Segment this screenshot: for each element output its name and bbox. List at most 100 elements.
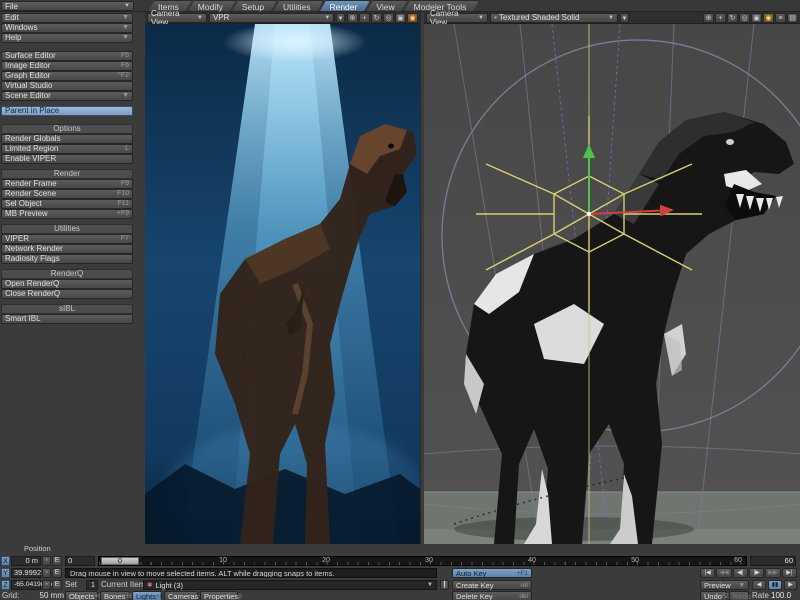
right-viewport-options-button[interactable]: ▼ xyxy=(620,13,629,23)
close-renderq-button[interactable]: Close RenderQ xyxy=(1,289,133,299)
rotate-icon[interactable]: ↻ xyxy=(371,13,382,23)
sibl-section-header: sIBL xyxy=(1,304,133,314)
frame-slider-handle[interactable]: 0 xyxy=(101,557,139,565)
undo-button[interactable]: Undo^Z xyxy=(700,591,727,600)
renderq-section-header: RenderQ xyxy=(1,269,133,279)
z-cycle-icon[interactable]: ◦ xyxy=(42,580,51,590)
left-viewport-options-button[interactable]: ▼ xyxy=(336,13,345,23)
tab-modify[interactable]: Modify xyxy=(188,0,236,12)
utilities-section-header: Utilities xyxy=(1,224,133,234)
preview-prev-button[interactable]: ◀ xyxy=(752,580,766,590)
go-to-start-button[interactable]: |◀ xyxy=(700,568,715,578)
scene-editor-button[interactable]: Scene Editor▼ xyxy=(1,91,133,101)
limited-region-button[interactable]: Limited RegionL xyxy=(1,144,133,154)
minor-ticks xyxy=(99,562,746,565)
surface-editor-button[interactable]: Surface EditorF5 xyxy=(1,51,133,61)
z-position-field[interactable]: -65.0419mm xyxy=(11,580,41,590)
end-frame-field[interactable]: 60 xyxy=(750,556,796,566)
timeline-ruler[interactable]: 0 10 20 30 40 50 60 0 xyxy=(98,556,747,566)
grid-size-value: 50 mm xyxy=(40,591,64,600)
preview-play-button[interactable]: ▶ xyxy=(784,580,797,590)
zoom-icon[interactable]: ◎ xyxy=(739,13,750,23)
opengl-shaded-viewport[interactable] xyxy=(424,24,800,553)
y-position-field[interactable]: 39.9992 mm xyxy=(11,568,41,578)
render-frame-button[interactable]: Render FrameF9 xyxy=(1,179,133,189)
preview-pause-button[interactable]: ▮▮ xyxy=(768,580,782,590)
y-envelope-button[interactable]: E xyxy=(52,568,62,578)
smart-ibl-button[interactable]: Smart IBL xyxy=(1,314,133,324)
graph-editor-button[interactable]: Graph Editor^F2 xyxy=(1,71,133,81)
help-menu-button[interactable]: Help▼ xyxy=(1,33,133,43)
pan-icon[interactable]: ⊕ xyxy=(347,13,358,23)
bones-button[interactable]: Bones+B xyxy=(100,591,130,600)
cameras-button[interactable]: Cameras+C xyxy=(164,591,198,600)
next-keyframe-button[interactable]: ▶▶ xyxy=(765,568,780,578)
render-scene-button[interactable]: Render SceneF10 xyxy=(1,189,133,199)
parent-in-place-button[interactable]: Parent in Place xyxy=(1,106,133,116)
windows-menu-button[interactable]: Windows▼ xyxy=(1,23,133,33)
rotate-icon[interactable]: ↻ xyxy=(727,13,738,23)
zoom-icon[interactable]: ◎ xyxy=(383,13,394,23)
left-view-mode-dropdown[interactable]: Camera View ▼ xyxy=(147,13,207,23)
prev-keyframe-button[interactable]: ◀◀ xyxy=(716,568,731,578)
tab-view[interactable]: View xyxy=(366,0,407,12)
list-icon[interactable]: ≡ xyxy=(775,13,786,23)
objects-button[interactable]: Objects+O xyxy=(65,591,98,600)
radiosity-flags-button[interactable]: Radiosity Flags xyxy=(1,254,133,264)
chevron-down-icon: ▼ xyxy=(478,15,484,21)
step-back-button[interactable]: ◀| xyxy=(733,568,748,578)
go-to-end-button[interactable]: ▶| xyxy=(782,568,797,578)
chevron-down-icon: ▼ xyxy=(622,16,628,22)
tab-setup[interactable]: Setup xyxy=(232,0,277,12)
camera-icon[interactable]: ◉ xyxy=(763,13,774,23)
step-forward-button[interactable]: |▶ xyxy=(749,568,764,578)
redo-button[interactable]: Redo xyxy=(729,591,749,600)
auto-key-button[interactable]: Auto Key+F1 xyxy=(452,568,532,578)
properties-button[interactable]: Propertiesp xyxy=(200,591,238,600)
grid-label: Grid: xyxy=(2,591,19,600)
right-render-mode-dropdown[interactable]: ▪ Textured Shaded Solid ▼ xyxy=(490,13,618,23)
delete-key-button[interactable]: Delete Keydel xyxy=(452,591,532,600)
x-position-field[interactable]: 0 m xyxy=(11,556,41,566)
lights-button[interactable]: Lights+L xyxy=(132,591,162,600)
z-envelope-button[interactable]: E xyxy=(52,580,62,590)
y-cycle-icon[interactable]: ◦ xyxy=(42,568,51,578)
x-cycle-icon[interactable]: ◦ xyxy=(42,556,51,566)
network-render-button[interactable]: Network Render xyxy=(1,244,133,254)
vpr-render-viewport[interactable] xyxy=(145,24,420,553)
x-envelope-button[interactable]: E xyxy=(52,556,62,566)
current-item-label: Current Item xyxy=(101,580,145,590)
set-value-field[interactable]: 1 xyxy=(86,580,98,590)
move-icon[interactable]: + xyxy=(715,13,726,23)
open-renderq-button[interactable]: Open RenderQ xyxy=(1,279,133,289)
current-frame-field[interactable]: 0 xyxy=(65,556,95,566)
preview-dropdown[interactable]: Preview▼ xyxy=(700,580,749,590)
image-editor-button[interactable]: Image EditorF6 xyxy=(1,61,133,71)
y-axis-label: Y xyxy=(1,568,10,578)
mb-preview-button[interactable]: MB Preview+F9 xyxy=(1,209,133,219)
maximize-icon[interactable]: ▣ xyxy=(395,13,406,23)
maximize-icon[interactable]: ▣ xyxy=(751,13,762,23)
rate-label: Rate xyxy=(752,591,769,600)
virtual-studio-button[interactable]: Virtual Studio xyxy=(1,81,133,91)
tab-utilities[interactable]: Utilities xyxy=(273,0,323,12)
top-menu-bar: File ▼ Items Modify Setup Utilities Rend… xyxy=(0,0,800,12)
sel-object-button[interactable]: Sel ObjectF11 xyxy=(1,199,133,209)
z-axis-label: Z xyxy=(1,580,10,590)
item-list-icon[interactable]: ❙ xyxy=(440,580,449,590)
edit-menu-button[interactable]: Edit▼ xyxy=(1,13,133,23)
viper-button[interactable]: VIPERF7 xyxy=(1,234,133,244)
left-render-mode-dropdown[interactable]: VPR ▼ xyxy=(209,13,334,23)
create-key-button[interactable]: Create Keyret xyxy=(452,580,532,590)
current-item-dropdown[interactable]: ✱ Light (3) ▼ xyxy=(143,580,437,590)
camera-icon[interactable]: ◉ xyxy=(407,13,418,23)
shade-icon[interactable]: ▤ xyxy=(787,13,798,23)
tab-render[interactable]: Render xyxy=(319,0,370,12)
right-view-mode-dropdown[interactable]: Camera View ▼ xyxy=(426,13,488,23)
pan-icon[interactable]: ⊕ xyxy=(703,13,714,23)
enable-viper-button[interactable]: Enable VIPER xyxy=(1,154,133,164)
file-menu-button[interactable]: File ▼ xyxy=(1,1,134,11)
render-globals-button[interactable]: Render Globals xyxy=(1,134,133,144)
options-section-header: Options xyxy=(1,124,133,134)
move-icon[interactable]: + xyxy=(359,13,370,23)
